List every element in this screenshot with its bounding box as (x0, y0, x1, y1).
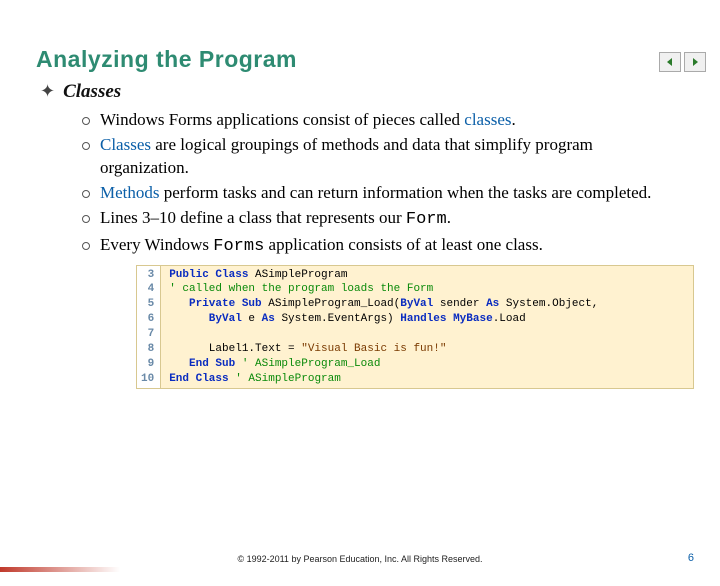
code-text: sender (433, 298, 486, 310)
footer-copyright: © 1992-2011 by Pearson Education, Inc. A… (0, 554, 720, 564)
text: application consists of at least one cla… (264, 235, 543, 254)
list-item: Every Windows Forms application consists… (82, 234, 680, 259)
list-item: Windows Forms applications consist of pi… (82, 109, 680, 132)
line-number: 10 (141, 372, 154, 387)
next-button[interactable] (684, 52, 706, 72)
code-kw: Handles MyBase (400, 313, 492, 325)
code-string: "Visual Basic is fun!" (301, 343, 446, 355)
bullet-list: Windows Forms applications consist of pi… (82, 109, 680, 259)
code-kw: End Sub (169, 358, 235, 370)
line-number: 3 (141, 268, 154, 283)
line-number: 6 (141, 312, 154, 327)
section-label: Classes (63, 81, 121, 103)
code-text: ASimpleProgram_Load( (262, 298, 401, 310)
line-number: 9 (141, 357, 154, 372)
code-text: Label1.Text = (169, 343, 301, 355)
arrow-left-icon (665, 57, 675, 67)
mono-text: Form (406, 210, 447, 229)
code-text: .Load (493, 313, 526, 325)
term: Classes (100, 135, 151, 154)
line-number: 5 (141, 297, 154, 312)
ring-icon (82, 142, 90, 150)
code-block: 3 4 5 6 7 8 9 10 Public Class ASimplePro… (136, 265, 694, 390)
code-comment: ' ASimpleProgram (229, 373, 341, 385)
bullet-icon: ✦ (40, 82, 55, 100)
code-kw: Private Sub (169, 298, 261, 310)
prev-button[interactable] (659, 52, 681, 72)
term: classes (464, 110, 511, 129)
text: . (447, 208, 451, 227)
text: Windows Forms applications consist of pi… (100, 110, 464, 129)
line-number-gutter: 3 4 5 6 7 8 9 10 (137, 266, 161, 389)
line-number: 8 (141, 342, 154, 357)
code-text: System.EventArgs) (275, 313, 400, 325)
text: are logical groupings of methods and dat… (100, 135, 593, 177)
text: perform tasks and can return information… (160, 183, 652, 202)
code-kw: As (262, 313, 275, 325)
code-text: System.Object, (499, 298, 598, 310)
list-item: Classes are logical groupings of methods… (82, 134, 680, 180)
mono-text: Forms (213, 237, 264, 256)
page-number: 6 (688, 552, 694, 564)
code-comment: ' ASimpleProgram_Load (235, 358, 380, 370)
code-kw: ByVal (169, 313, 242, 325)
accent-bar (0, 567, 120, 572)
ring-icon (82, 190, 90, 198)
section-header: ✦ Classes (40, 81, 680, 103)
list-item: Lines 3–10 define a class that represent… (82, 207, 680, 232)
code-comment: ' called when the program loads the Form (169, 283, 433, 295)
code-kw: Public Class (169, 269, 248, 281)
content-area: ✦ Classes Windows Forms applications con… (40, 81, 680, 389)
ring-icon (82, 215, 90, 223)
ring-icon (82, 242, 90, 250)
arrow-right-icon (690, 57, 700, 67)
list-item: Methods perform tasks and can return inf… (82, 182, 680, 205)
code-text: e (242, 313, 262, 325)
code-kw: As (486, 298, 499, 310)
text: Every Windows (100, 235, 213, 254)
code-kw: End Class (169, 373, 228, 385)
term: Methods (100, 183, 160, 202)
ring-icon (82, 117, 90, 125)
line-number: 4 (141, 282, 154, 297)
page-title: Analyzing the Program (36, 46, 720, 73)
code-lines: Public Class ASimpleProgram ' called whe… (161, 266, 606, 389)
text: Lines 3–10 define a class that represent… (100, 208, 406, 227)
line-number: 7 (141, 327, 154, 342)
text: . (512, 110, 516, 129)
nav-buttons (659, 52, 706, 72)
code-kw: ByVal (400, 298, 433, 310)
code-text: ASimpleProgram (248, 269, 347, 281)
